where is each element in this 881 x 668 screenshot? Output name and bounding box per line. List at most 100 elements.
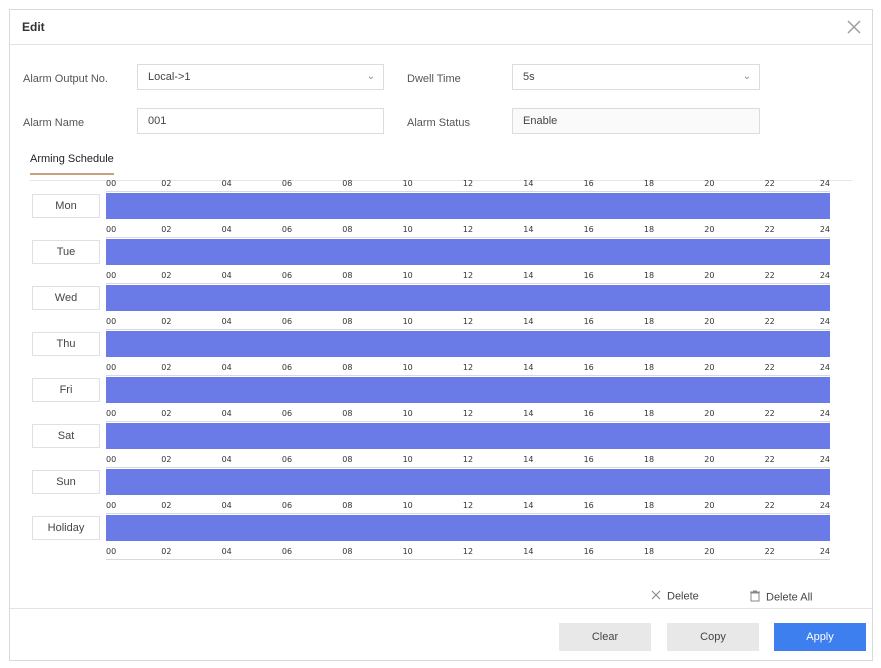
hour-tick-label: 14 bbox=[523, 409, 534, 418]
hour-tick-label: 22 bbox=[764, 271, 775, 280]
hour-tick-label: 02 bbox=[161, 179, 172, 188]
hour-tick-label: 10 bbox=[402, 363, 413, 372]
tick-baseline bbox=[106, 191, 830, 192]
hour-tick-label: 22 bbox=[764, 179, 775, 188]
hour-tick-label: 24 bbox=[819, 547, 830, 556]
hour-tick-label: 02 bbox=[161, 317, 172, 326]
hour-tick-label: 12 bbox=[462, 179, 474, 188]
dwell-time-value: 5s bbox=[523, 71, 535, 83]
hour-ticks: 00 02 04 06 08 10 12 14 16 18 20 22 24 bbox=[106, 409, 830, 421]
hour-tick-label: 24 bbox=[819, 317, 830, 326]
hour-tick-label: 04 bbox=[221, 225, 232, 234]
dwell-time-label: Dwell Time bbox=[407, 73, 461, 85]
hour-tick-label: 04 bbox=[221, 455, 232, 464]
hour-tick-label: 10 bbox=[402, 271, 413, 280]
hour-tick-label: 02 bbox=[161, 455, 172, 464]
day-label-wed[interactable]: Wed bbox=[32, 286, 100, 310]
delete-label: Delete bbox=[667, 590, 699, 603]
hour-tick-label: 00 bbox=[106, 363, 117, 372]
hour-tick-label: 20 bbox=[704, 317, 715, 326]
hour-tick-label: 00 bbox=[106, 409, 117, 418]
alarm-output-no-label: Alarm Output No. bbox=[23, 73, 108, 85]
dialog-titlebar: Edit bbox=[10, 10, 872, 45]
schedule-bar-fri[interactable] bbox=[106, 377, 830, 403]
clear-button[interactable]: Clear bbox=[559, 623, 651, 651]
hour-ticks: 00 02 04 06 08 10 12 14 16 18 20 22 24 bbox=[106, 455, 830, 467]
hour-tick-label: 12 bbox=[462, 409, 474, 418]
delete-all-button[interactable]: Delete All bbox=[750, 590, 812, 605]
hour-tick-label: 20 bbox=[704, 179, 715, 188]
trash-icon bbox=[750, 590, 760, 605]
hour-tick-label: 00 bbox=[106, 225, 117, 234]
schedule-bar-tue[interactable] bbox=[106, 239, 830, 265]
hour-tick-label: 18 bbox=[643, 547, 655, 556]
hour-tick-label: 06 bbox=[281, 409, 293, 418]
hour-tick-label: 12 bbox=[462, 271, 474, 280]
hour-tick-label: 00 bbox=[106, 317, 117, 326]
day-label-fri[interactable]: Fri bbox=[32, 378, 100, 402]
hour-tick-label: 12 bbox=[462, 363, 474, 372]
tick-baseline bbox=[106, 513, 830, 514]
hour-tick-label: 02 bbox=[161, 547, 172, 556]
hour-tick-label: 22 bbox=[764, 363, 775, 372]
hour-tick-label: 00 bbox=[106, 271, 117, 280]
hour-ticks: 00 02 04 06 08 10 12 14 16 18 20 22 24 bbox=[106, 501, 830, 513]
hour-tick-label: 08 bbox=[342, 409, 353, 418]
hour-tick-label: 14 bbox=[523, 317, 534, 326]
schedule-bar-sat[interactable] bbox=[106, 423, 830, 449]
day-label-sat[interactable]: Sat bbox=[32, 424, 100, 448]
alarm-name-input[interactable]: 001 bbox=[137, 108, 384, 134]
day-label-holiday[interactable]: Holiday bbox=[32, 516, 100, 540]
hour-ticks: 00 02 04 06 08 10 12 14 16 18 20 22 24 bbox=[106, 271, 830, 283]
dwell-time-select[interactable]: 5s ⌄ bbox=[512, 64, 760, 90]
schedule-bar-holiday[interactable] bbox=[106, 515, 830, 541]
schedule-bar-mon[interactable] bbox=[106, 193, 830, 219]
hour-tick-label: 02 bbox=[161, 363, 172, 372]
alarm-status-label: Alarm Status bbox=[407, 117, 470, 129]
tick-baseline bbox=[106, 329, 830, 330]
hour-tick-label: 20 bbox=[704, 271, 715, 280]
hour-tick-label: 14 bbox=[523, 501, 534, 510]
hour-tick-label: 06 bbox=[281, 225, 293, 234]
hour-tick-label: 22 bbox=[764, 225, 775, 234]
schedule-bar-sun[interactable] bbox=[106, 469, 830, 495]
tab-arming-schedule[interactable]: Arming Schedule bbox=[30, 153, 114, 175]
delete-button[interactable]: Delete bbox=[651, 590, 699, 603]
tick-baseline bbox=[106, 559, 830, 560]
hour-tick-label: 12 bbox=[462, 317, 474, 326]
hour-tick-label: 06 bbox=[281, 363, 293, 372]
hour-tick-label: 10 bbox=[402, 317, 413, 326]
hour-tick-label: 10 bbox=[402, 501, 413, 510]
day-label-mon[interactable]: Mon bbox=[32, 194, 100, 218]
hour-ticks: 00 02 04 06 08 10 12 14 16 18 20 22 24 bbox=[106, 179, 830, 191]
hour-tick-label: 08 bbox=[342, 317, 353, 326]
hour-tick-label: 12 bbox=[462, 501, 474, 510]
hour-tick-label: 04 bbox=[221, 501, 232, 510]
hour-tick-label: 08 bbox=[342, 501, 353, 510]
hour-ticks: 00 02 04 06 08 10 12 14 16 18 20 22 24 bbox=[106, 225, 830, 237]
hour-tick-label: 14 bbox=[523, 271, 534, 280]
hour-tick-label: 14 bbox=[523, 363, 534, 372]
copy-button[interactable]: Copy bbox=[667, 623, 759, 651]
hour-tick-label: 24 bbox=[819, 225, 830, 234]
hour-tick-label: 16 bbox=[583, 225, 594, 234]
hour-tick-label: 18 bbox=[643, 317, 655, 326]
schedule-bar-thu[interactable] bbox=[106, 331, 830, 357]
schedule-bar-wed[interactable] bbox=[106, 285, 830, 311]
hour-tick-label: 20 bbox=[704, 409, 715, 418]
hour-tick-label: 20 bbox=[704, 547, 715, 556]
hour-tick-label: 10 bbox=[402, 179, 413, 188]
edit-dialog: Edit Alarm Output No. Local->1 ⌄ Dwell T… bbox=[9, 9, 873, 661]
day-label-thu[interactable]: Thu bbox=[32, 332, 100, 356]
day-label-sun[interactable]: Sun bbox=[32, 470, 100, 494]
hour-tick-label: 00 bbox=[106, 179, 117, 188]
hour-tick-label: 04 bbox=[221, 363, 232, 372]
close-icon[interactable] bbox=[844, 17, 864, 37]
apply-button[interactable]: Apply bbox=[774, 623, 866, 651]
hour-tick-label: 00 bbox=[106, 455, 117, 464]
tick-baseline bbox=[106, 283, 830, 284]
hour-tick-label: 22 bbox=[764, 409, 775, 418]
alarm-output-no-select[interactable]: Local->1 ⌄ bbox=[137, 64, 384, 90]
close-icon bbox=[651, 590, 661, 603]
day-label-tue[interactable]: Tue bbox=[32, 240, 100, 264]
